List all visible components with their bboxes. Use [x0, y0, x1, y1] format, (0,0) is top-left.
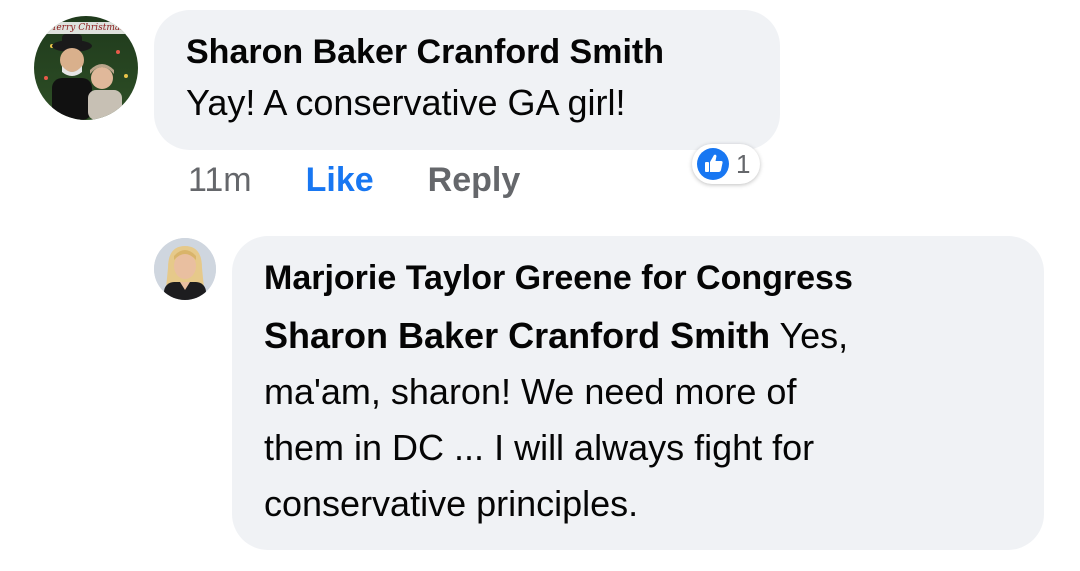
comment-timestamp[interactable]: 11m	[188, 160, 252, 200]
thumbs-up-icon	[696, 147, 730, 181]
reply-mention[interactable]: Sharon Baker Cranford Smith	[264, 315, 770, 356]
reaction-count: 1	[736, 148, 751, 179]
comment-text: Yay! A conservative GA girl!	[186, 82, 626, 123]
reply-line-4: conservative principles.	[264, 483, 639, 524]
reply-line-3: them in DC ... I will always fight for	[264, 427, 815, 468]
comment-author[interactable]: Sharon Baker Cranford Smith	[186, 32, 780, 72]
reply-text: Sharon Baker Cranford Smith Yes, ma'am, …	[264, 308, 1044, 532]
reaction-badge[interactable]: 1	[692, 144, 761, 184]
replier-avatar[interactable]	[154, 238, 216, 300]
commenter-avatar[interactable]: Merry Christmas	[34, 16, 138, 120]
reply-line-2: ma'am, sharon! We need more of	[264, 371, 797, 412]
comment-bubble: Sharon Baker Cranford Smith Yay! A conse…	[154, 10, 780, 150]
avatar-banner-text: Merry Christmas	[47, 23, 125, 33]
like-button[interactable]: Like	[306, 160, 374, 200]
comment-actions: 11m Like Reply	[188, 160, 520, 200]
reply-button[interactable]: Reply	[428, 160, 521, 200]
reply-line-1: Sharon Baker Cranford Smith Yes,	[264, 308, 1044, 364]
reply-line-1-rest: Yes,	[770, 315, 849, 356]
reply-bubble: Marjorie Taylor Greene for Congress Shar…	[232, 236, 1044, 550]
reply-author[interactable]: Marjorie Taylor Greene for Congress	[264, 258, 1044, 298]
